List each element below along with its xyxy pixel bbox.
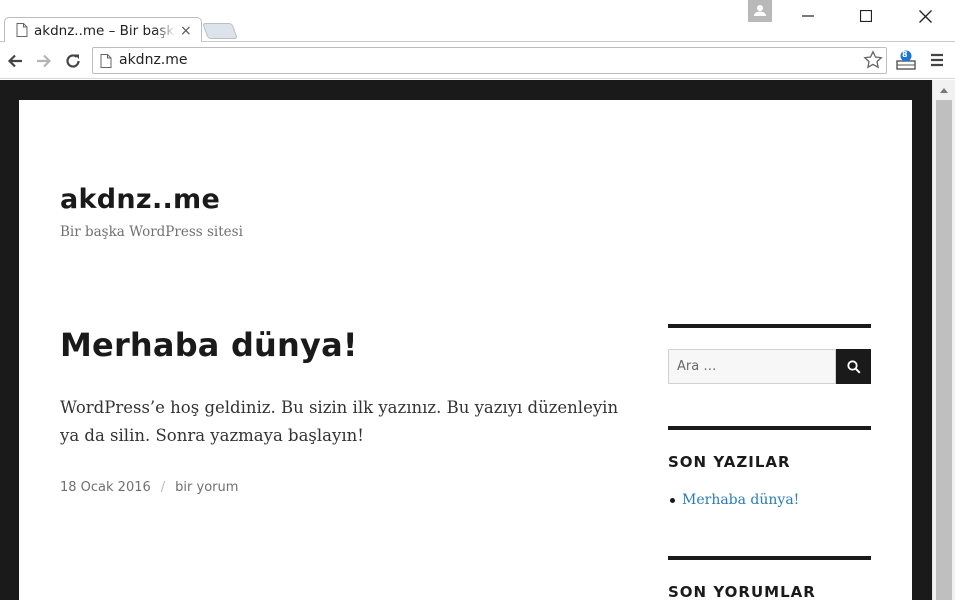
post-body: WordPress’e hoş geldiniz. Bu sizin ilk y…	[60, 398, 619, 445]
meta-separator: /	[160, 480, 166, 495]
search-input[interactable]: Ara …	[668, 349, 836, 384]
search-widget-rule	[668, 324, 871, 328]
post-date-link[interactable]: 18 Ocak 2016	[60, 480, 151, 495]
extension-icon[interactable]: 8	[894, 48, 918, 72]
tab-title: akdnz..me – Bir başka WordPress sitesi	[34, 23, 176, 39]
search-placeholder: Ara …	[677, 359, 717, 374]
recent-post-link[interactable]: Merhaba dünya!	[682, 492, 799, 508]
post-meta: 18 Ocak 2016 / bir yorum	[60, 480, 238, 495]
search-icon	[846, 359, 861, 374]
new-tab-button[interactable]	[202, 23, 238, 39]
vertical-scrollbar[interactable]	[932, 80, 955, 600]
address-bar[interactable]: akdnz.me	[92, 47, 887, 74]
recent-comments-title: SON YORUMLAR	[668, 583, 816, 600]
scroll-up-arrow-icon	[940, 87, 948, 93]
search-button[interactable]	[836, 349, 871, 384]
post-title[interactable]: Merhaba dünya!	[60, 326, 358, 364]
page-file-icon	[16, 22, 28, 41]
extension-badge: 8	[902, 50, 908, 59]
list-item: Merhaba dünya!	[668, 492, 799, 508]
back-arrow-icon	[7, 54, 22, 68]
maximize-button[interactable]	[843, 4, 889, 28]
scrollbar-thumb[interactable]	[936, 100, 952, 600]
tab-close-icon[interactable]: ×	[180, 24, 192, 38]
url-text[interactable]: akdnz.me	[119, 52, 188, 68]
profile-icon[interactable]	[748, 0, 772, 22]
browser-menu-icon[interactable]	[928, 51, 946, 69]
reload-button[interactable]	[62, 50, 84, 72]
page-viewport: akdnz..me Bir başka WordPress sitesi Mer…	[0, 80, 932, 600]
post-comments-link[interactable]: bir yorum	[175, 480, 238, 495]
recent-posts-widget-rule	[668, 426, 871, 430]
recent-comments-widget-rule	[668, 556, 871, 560]
scroll-up-button[interactable]	[933, 83, 955, 97]
site-title[interactable]: akdnz..me	[60, 184, 220, 215]
minimize-button[interactable]	[785, 4, 831, 28]
forward-button[interactable]	[33, 50, 55, 72]
page-content: akdnz..me Bir başka WordPress sitesi Mer…	[19, 100, 912, 600]
bookmark-star-icon[interactable]	[863, 50, 883, 70]
close-window-button[interactable]	[902, 4, 948, 28]
list-bullet	[670, 497, 675, 503]
recent-posts-title: SON YAZILAR	[668, 453, 791, 471]
forward-arrow-icon	[37, 54, 52, 68]
browser-tab-content[interactable]: akdnz..me – Bir başka WordPress sitesi ×	[16, 20, 198, 42]
back-button[interactable]	[4, 50, 26, 72]
site-description: Bir başka WordPress sitesi	[60, 224, 243, 240]
reload-icon	[66, 54, 80, 68]
page-info-icon[interactable]	[100, 53, 112, 72]
